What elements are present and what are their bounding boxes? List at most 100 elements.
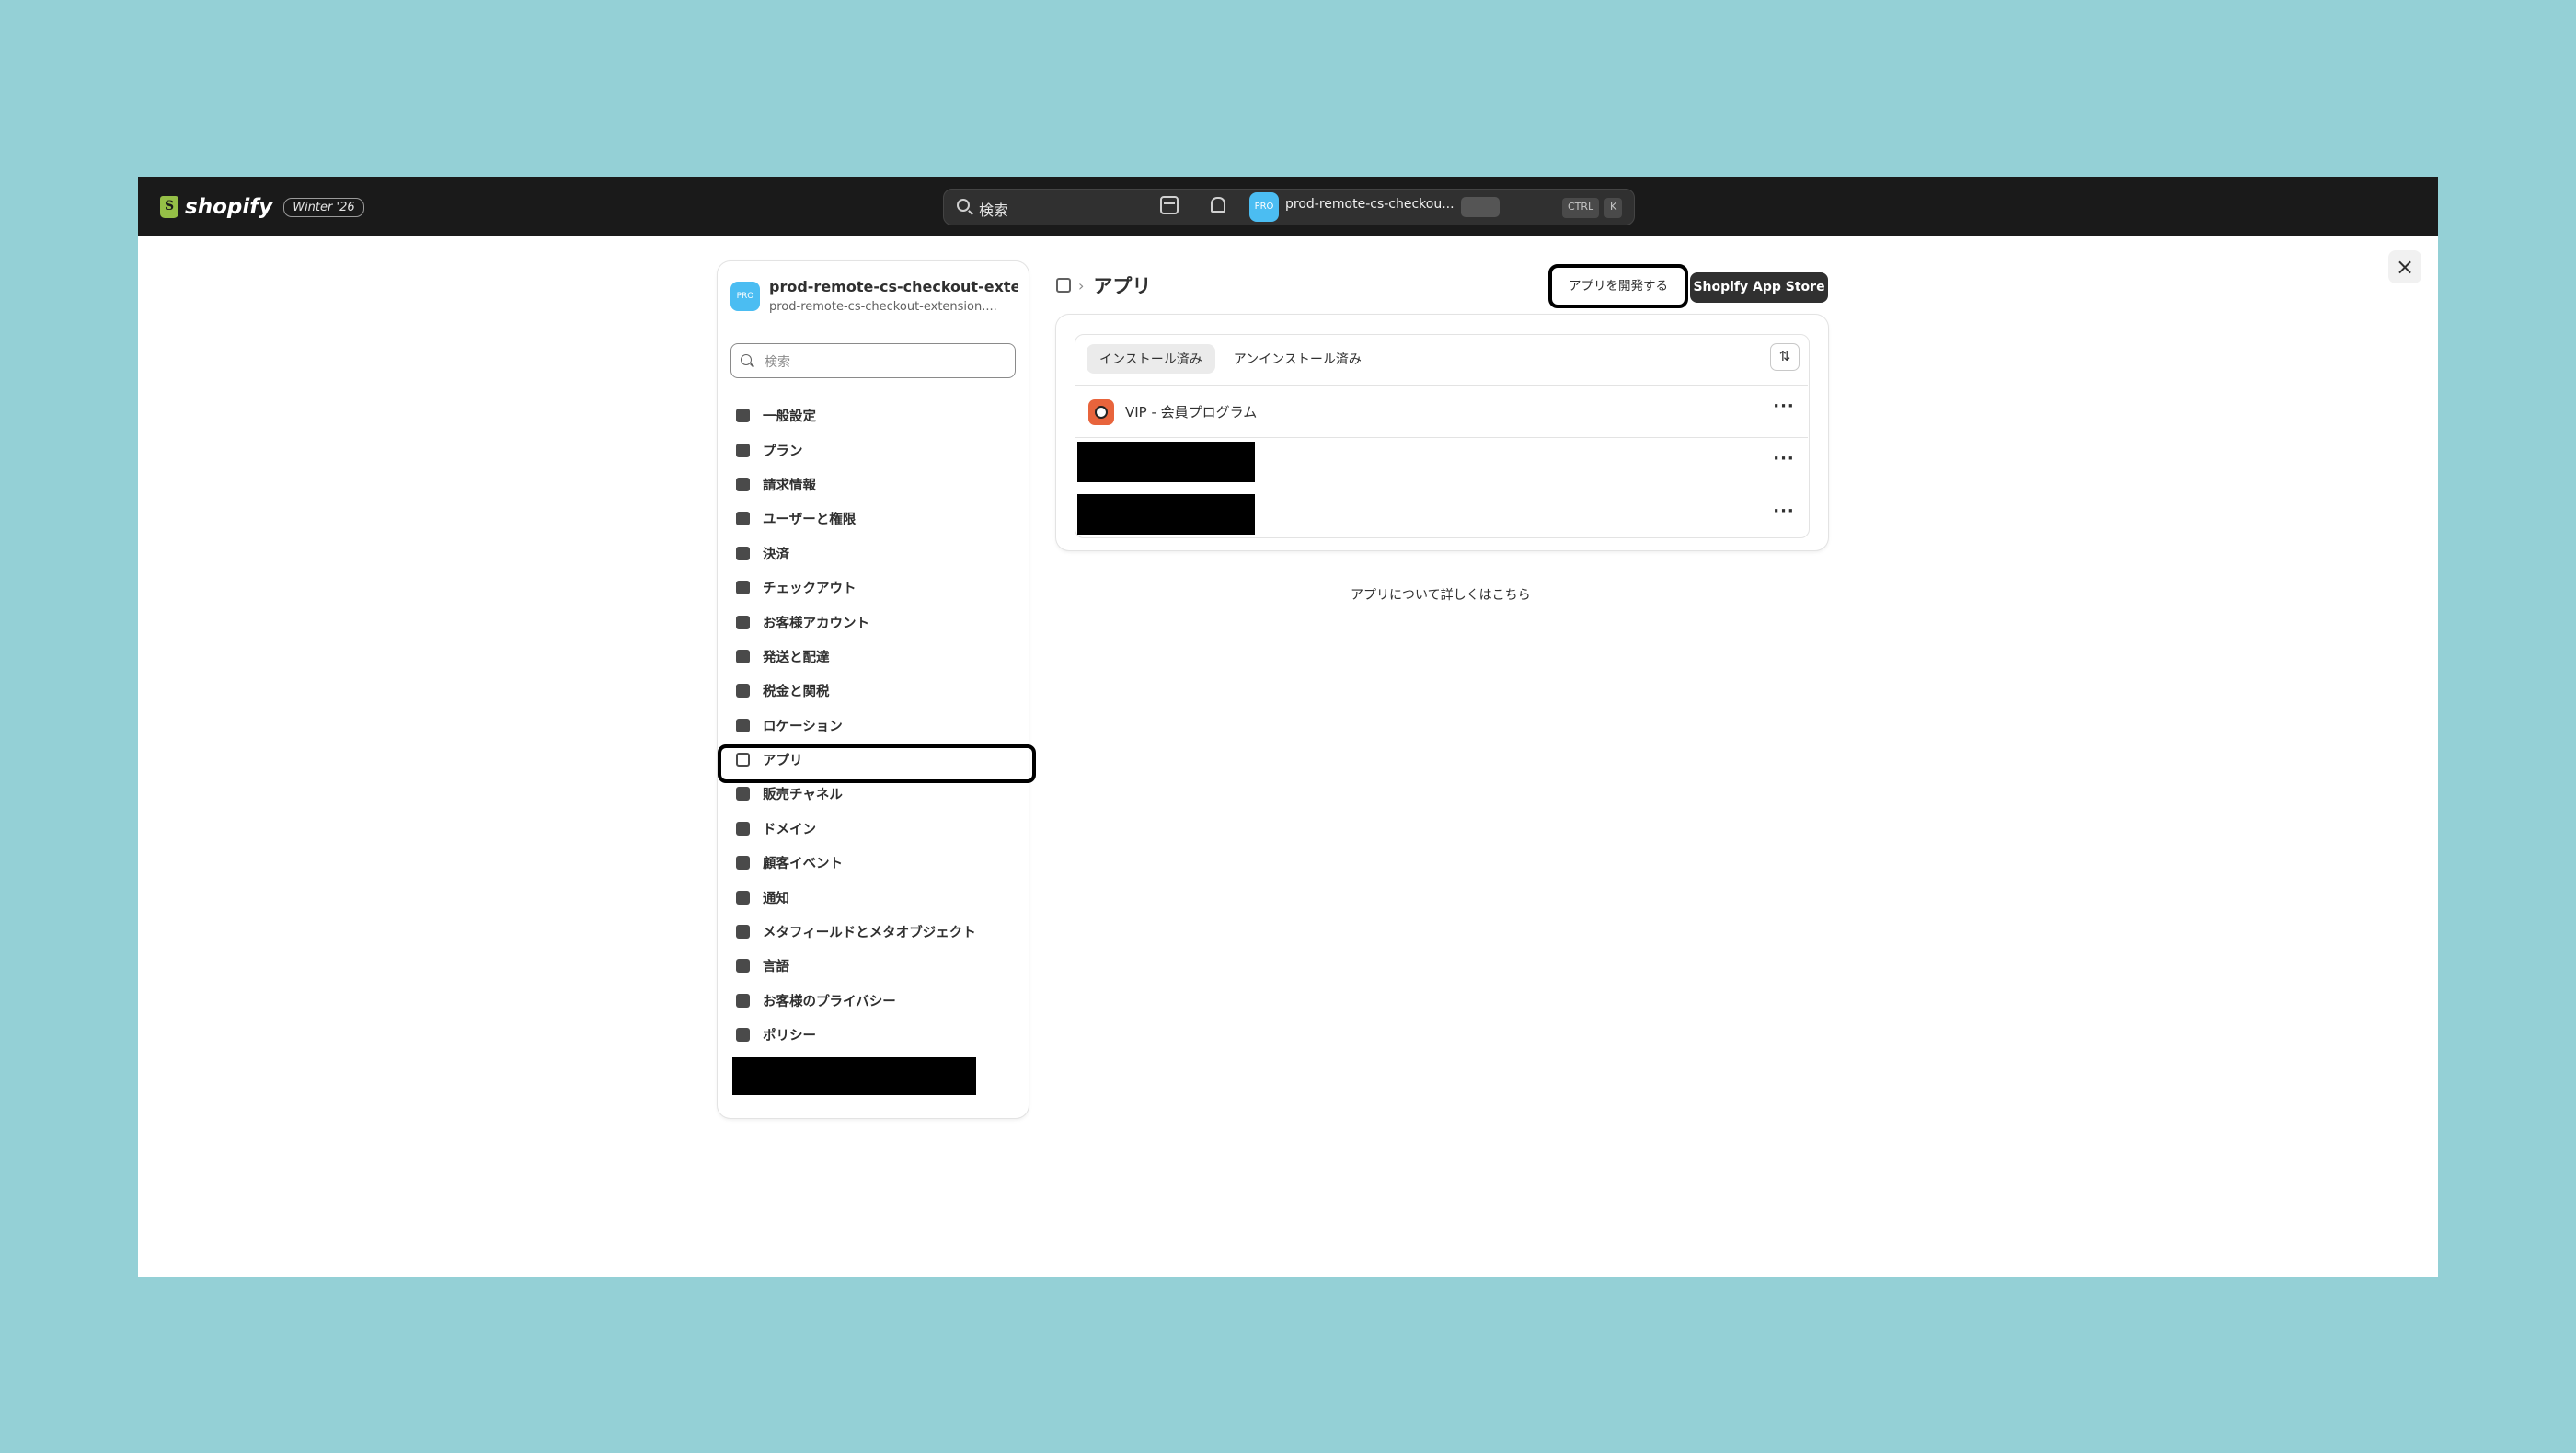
more-actions-icon[interactable]: ··· [1771,449,1797,475]
sidebar-item-shipping[interactable]: 発送と配達 [718,640,1029,674]
redacted-block [1077,494,1255,535]
sidebar-item-taxes[interactable]: 税金と関税 [718,674,1029,708]
sidebar-item-sales-channels[interactable]: 販売チャネル [718,777,1029,811]
sidebar-item-label: 請求情報 [763,478,816,493]
sidebar-item-label: 言語 [763,960,789,975]
logo-text: shopify [185,195,273,219]
settings-nav: 一般設定 プラン 請求情報 ユーザーと権限 決済 チェックアウト お客様アカウン… [718,398,1036,1052]
shopify-bag-icon [160,196,178,218]
sidebar-store-avatar: PRO [730,282,760,311]
language-icon [736,959,750,974]
sidebar-item-label: 一般設定 [763,409,816,425]
domain-icon [736,821,750,836]
lock-icon [736,993,750,1008]
search-icon [957,199,970,212]
redacted-label [1461,197,1500,217]
sidebar-item-label: お客様のプライバシー [763,994,896,1009]
app-store-button[interactable]: Shopify App Store [1690,272,1828,303]
metafields-icon [736,925,750,940]
search-placeholder: 検索 [979,202,1009,219]
shortcut-k-key: K [1604,198,1623,218]
sidebar-item-plan[interactable]: プラン [718,432,1029,467]
sidebar-item-apps[interactable]: アプリ [718,743,1036,784]
sidebar-item-privacy[interactable]: お客様のプライバシー [718,984,1029,1018]
admin-window: shopify Winter '26 検索 CTRL K PRO prod-re… [138,177,2438,1277]
tab-installed[interactable]: インストール済み [1087,344,1215,374]
sidebar-item-label: プラン [763,444,803,459]
apps-tabs: インストール済み アンインストール済み [1087,344,1374,374]
redacted-block [1077,442,1255,482]
learn-more-link[interactable]: アプリについて詳しくはこちら [1351,585,1531,604]
list-item[interactable]: ··· [1075,437,1808,490]
breadcrumb-chevron-icon: › [1078,276,1085,294]
close-settings-button[interactable]: × [2388,250,2421,283]
top-bar: shopify Winter '26 検索 CTRL K PRO prod-re… [138,177,2438,236]
person-icon [736,615,750,629]
bell-icon [736,890,750,905]
sort-icon[interactable]: ⇅ [1770,343,1800,371]
cart-icon [736,581,750,595]
sidebar-item-metafields[interactable]: メタフィールドとメタオブジェクト [718,915,1029,949]
sidebar-item-label: アプリ [763,754,803,769]
redacted-block [732,1057,976,1095]
app-name[interactable]: VIP - 会員プログラム [1125,402,1257,421]
settings-sidebar: PRO prod-remote-cs-checkout-exte... prod… [718,261,1036,1118]
develop-apps-button[interactable]: アプリを開発する [1548,264,1688,308]
sidebar-item-label: ポリシー [763,1029,816,1044]
sidebar-item-notifications[interactable]: 通知 [718,880,1029,914]
sidebar-item-languages[interactable]: 言語 [718,949,1029,983]
apps-list: インストール済み アンインストール済み ⇅ VIP - 会員プログラム ··· … [1075,334,1810,538]
sidebar-item-billing[interactable]: 請求情報 [718,467,1029,502]
sidebar-item-checkout[interactable]: チェックアウト [718,571,1029,605]
sidebar-item-label: 販売チャネル [763,788,843,803]
sidebar-item-general[interactable]: 一般設定 [718,398,1029,432]
list-item[interactable]: ··· [1075,490,1808,542]
apps-icon [736,753,750,767]
sidebar-store-domain: prod-remote-cs-checkout-extension.... [769,300,997,314]
vip-app-icon [1088,399,1114,425]
sidebar-item-label: メタフィールドとメタオブジェクト [763,926,976,941]
breadcrumb: › アプリ [1056,271,1151,299]
store-menu-name[interactable]: prod-remote-cs-checkou... [1285,197,1455,212]
shortcut-ctrl-key: CTRL [1562,198,1600,218]
sidebar-item-label: 発送と配達 [763,650,830,665]
store-avatar[interactable]: PRO [1249,192,1279,222]
notifications-bell-icon[interactable] [1208,196,1226,214]
page-title: アプリ [1093,275,1152,297]
tax-icon [736,684,750,698]
sidebar-item-label: チェックアウト [763,582,857,597]
store-icon [736,409,750,423]
apps-icon[interactable] [1056,278,1071,293]
settings-search-input[interactable]: 検索 [730,343,1016,378]
sidebar-item-customer-accounts[interactable]: お客様アカウント [718,605,1029,639]
store-switcher-icon[interactable] [1160,196,1179,214]
shopify-logo[interactable]: shopify Winter '26 [160,195,364,219]
sidebar-item-payments[interactable]: 決済 [718,536,1029,571]
sidebar-item-label: ロケーション [763,719,843,734]
sidebar-item-label: 決済 [763,547,789,562]
more-actions-icon[interactable]: ··· [1771,397,1797,422]
settings-search-placeholder: 検索 [765,355,790,370]
sidebar-item-label: 顧客イベント [763,857,843,872]
sidebar-item-label: 通知 [763,891,789,906]
sidebar-item-locations[interactable]: ロケーション [718,709,1029,743]
sidebar-store-name: prod-remote-cs-checkout-exte... [769,278,1018,295]
sidebar-item-users[interactable]: ユーザーと権限 [718,502,1029,536]
payments-icon [736,546,750,560]
sidebar-item-customer-events[interactable]: 顧客イベント [718,846,1029,880]
sidebar-item-label: お客様アカウント [763,616,869,631]
billing-icon [736,477,750,491]
edition-badge[interactable]: Winter '26 [283,197,364,217]
events-icon [736,856,750,871]
list-item[interactable]: VIP - 会員プログラム ··· [1075,385,1808,437]
sidebar-item-domains[interactable]: ドメイン [718,812,1029,846]
sidebar-footer [718,1044,1029,1118]
location-icon [736,718,750,732]
policy-icon [736,1028,750,1043]
channels-icon [736,787,750,801]
sidebar-item-label: 税金と関税 [763,685,830,700]
more-actions-icon[interactable]: ··· [1771,502,1797,527]
search-icon [741,354,752,365]
sidebar-item-label: ユーザーと権限 [763,513,857,528]
tab-uninstalled[interactable]: アンインストール済み [1221,344,1374,374]
